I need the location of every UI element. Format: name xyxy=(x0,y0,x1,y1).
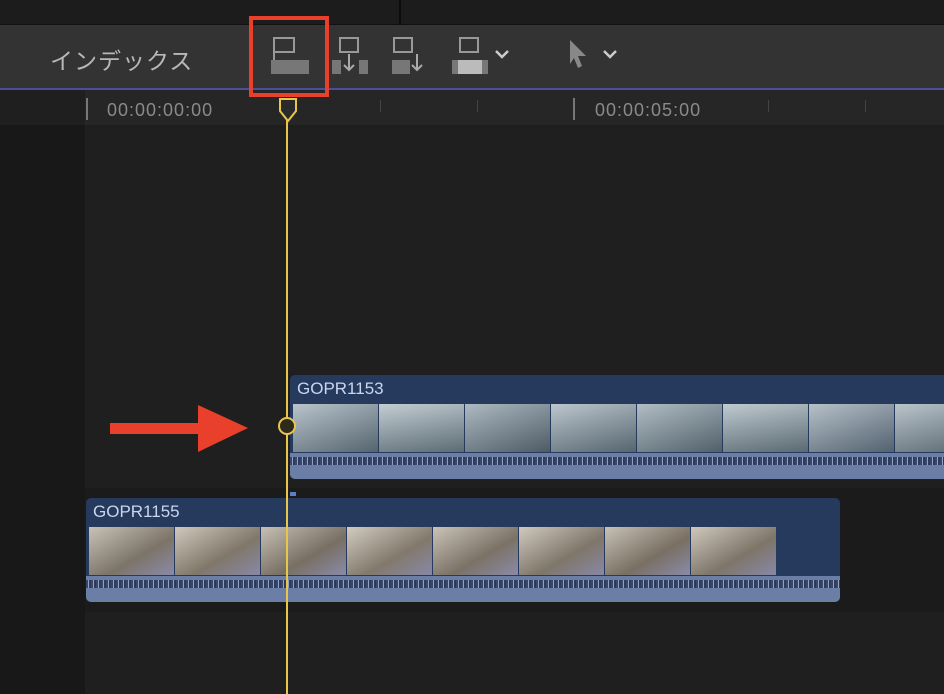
ruler-tick xyxy=(86,98,88,120)
timecode-label: 00:00:00:00 xyxy=(107,100,214,120)
ruler-tick xyxy=(380,100,381,112)
arrow-right-icon xyxy=(110,405,248,452)
divider xyxy=(399,0,401,25)
ruler-tick xyxy=(768,100,769,112)
timeline-ruler[interactable]: 00:00:00:00 00:00:05:00 xyxy=(0,90,944,125)
ruler-tick xyxy=(573,98,575,120)
chevron-down-icon[interactable] xyxy=(602,48,618,60)
playhead-handle-icon[interactable] xyxy=(278,97,298,123)
clip-audio-waveform xyxy=(290,453,944,479)
connection-marker xyxy=(290,492,296,496)
chevron-down-icon[interactable] xyxy=(494,48,510,60)
clip-filmstrip xyxy=(293,404,944,452)
clip-audio-waveform xyxy=(86,576,840,602)
append-clip-icon[interactable] xyxy=(390,36,430,76)
clip-name: GOPR1153 xyxy=(297,379,384,398)
ruler-tick xyxy=(477,100,478,112)
top-bar xyxy=(0,0,944,25)
skimmer-connection-point-icon xyxy=(278,417,296,435)
overwrite-clip-icon[interactable] xyxy=(450,36,490,76)
clip-gopr1153[interactable]: GOPR1153 xyxy=(290,375,944,479)
clip-name: GOPR1155 xyxy=(93,502,180,521)
ruler-tick xyxy=(865,100,866,112)
insert-clip-icon[interactable] xyxy=(330,36,370,76)
select-tool-icon[interactable] xyxy=(566,38,590,70)
playhead[interactable] xyxy=(286,110,288,694)
highlight-box xyxy=(249,16,329,97)
timecode-label: 00:00:05:00 xyxy=(595,100,702,120)
index-button[interactable]: インデックス xyxy=(50,42,193,76)
clip-gopr1155[interactable]: GOPR1155 xyxy=(86,498,840,602)
timeline-gutter xyxy=(0,125,85,694)
clip-filmstrip xyxy=(89,527,840,575)
